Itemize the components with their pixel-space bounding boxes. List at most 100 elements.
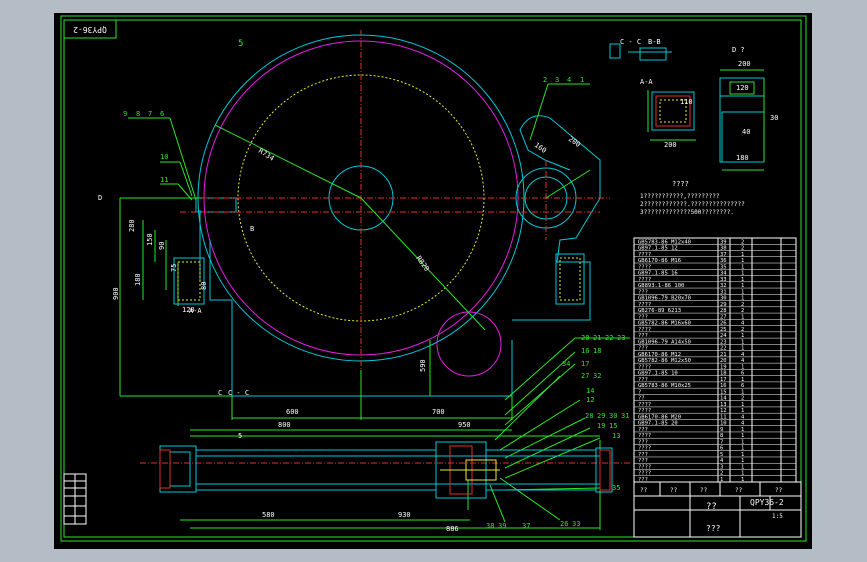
bom-item-number: 13 [720,402,727,408]
dim-d-200: 200 [738,60,751,68]
bom-item-code: ??? [638,477,648,483]
bom-item-qty: 1 [741,452,744,458]
balloon-23: 23 [617,334,625,342]
bom-item-qty: 1 [741,477,744,483]
dim-280: 280 [128,219,136,232]
bom-item-qty: 1 [741,439,744,445]
bom-item-qty: 1 [741,258,744,264]
title-scale: 1:5 [772,513,783,520]
bom-item-code: ???? [638,446,651,452]
dim-b-110: 110 [680,98,693,106]
label-c: C [218,389,222,397]
dim-600: 600 [286,408,299,416]
bom-item-number: 17 [720,377,727,383]
dim-r734: R734 [257,147,276,163]
bom-item-number: 12 [720,408,727,414]
drawing-canvas[interactable]: QPY36-2 5 9 8 7 6 10 11 2 3 4 1 20 21 22… [54,13,812,549]
bom-item-number: 5 [720,452,723,458]
bom-item-number: 19 [720,364,727,370]
bom-item-code: ??? [638,439,648,445]
bom-item-qty: 1 [741,333,744,339]
bom-item-code: ?? [638,396,645,402]
bom-item-number: 39 [720,239,727,245]
notes-line-3: 3?????????????500????????. [640,209,734,216]
bom-item-code: GB5783-86 M12x40 [638,239,691,245]
bom-head-1: ?? [640,487,648,494]
bom-item-code: ??? [638,346,648,352]
bom-item-number: 18 [720,371,727,377]
balloon-31: 31 [621,412,629,420]
balloon-3: 3 [555,76,559,84]
bom-item-number: 25 [720,327,727,333]
label-a-a: A-A [189,307,202,315]
bom-item-number: 27 [720,314,727,320]
bom-item-qty: 1 [741,464,744,470]
bom-item-qty: 1 [741,271,744,277]
shaft-hatch [159,445,611,495]
drawing-viewport[interactable]: QPY36-2 5 9 8 7 6 10 11 2 3 4 1 20 21 22… [54,13,812,549]
dim-590: 590 [419,359,427,372]
balloon-5: 5 [238,39,243,49]
bom-head-2: ?? [670,487,678,494]
bom-item-code: GB97.1-85 12 [638,246,678,252]
bom-item-code: ???? [638,264,651,270]
balloon-39: 39 [498,522,506,530]
dim-d-120: 120 [736,84,749,92]
bom-item-code: ??? [638,427,648,433]
stamp-text: QPY36-2 [73,25,107,34]
bom-item-number: 3 [720,464,723,470]
balloon-19: 19 [597,422,605,430]
balloon-34: 34 [562,360,570,368]
balloon-15: 15 [609,422,617,430]
label-b: B [250,225,254,233]
dim-950: 950 [458,421,471,429]
bom-item-code: ???? [638,471,651,477]
balloon-11: 11 [160,176,168,184]
bom-item-number: 36 [720,258,727,264]
dim-800: 800 [278,421,291,429]
notes-line-1: 1???????????,????????? [640,193,720,200]
housing-body [195,115,601,397]
bom-item-qty: 1 [741,471,744,477]
dim-80: 80 [200,282,208,290]
lower-gear-circle [436,311,502,377]
dim-5: 5 [238,432,242,440]
balloon-4: 4 [567,76,571,84]
bom-item-code: ??? [638,314,648,320]
bom-item-code: ???? [638,433,651,439]
bom-item-number: 15 [720,389,727,395]
bom-item-number: 38 [720,246,727,252]
balloon-28: 28 [585,412,593,420]
bom-item-qty: 1 [741,264,744,270]
bom-item-qty: 1 [741,314,744,320]
bom-item-number: 2 [720,471,723,477]
bom-item-code: GB1096-79 A14x50 [638,339,691,345]
balloon-35: 35 [612,484,620,492]
label-a-a-top: A-A [640,78,653,86]
bom-item-qty: 1 [741,289,744,295]
label-c-c-low: C - C [228,389,249,397]
bom-item-code: ???? [638,327,651,333]
dim-d-30: 30 [770,114,778,122]
bom-item-code: GB6170-86 M12 [638,352,681,358]
bom-item-qty: 1 [741,446,744,452]
bom-item-qty: 2 [741,239,744,245]
bom-item-code: GB6170-86 M16 [638,258,681,264]
bom-item-code: ???? [638,252,651,258]
bom-item-code: GB276-89 6213 [638,308,681,314]
bom-item-number: 23 [720,339,727,345]
bom-item-code: GB97.1-85 10 [638,371,678,377]
bom-item-qty: 2 [741,302,744,308]
bom-item-qty: 1 [741,364,744,370]
bom-item-code: ??? [638,458,648,464]
balloon-29: 29 [597,412,605,420]
bom-item-number: 6 [720,446,723,452]
bom-item-qty: 1 [741,427,744,433]
bom-item-qty: 1 [741,402,744,408]
bom-item-number: 29 [720,302,727,308]
bom-item-number: 20 [720,358,727,364]
dim-900: 900 [112,287,120,300]
bom-item-qty: 1 [741,346,744,352]
bom-item-number: 32 [720,283,727,289]
bom-item-code: GB6170-86 M20 [638,414,681,420]
